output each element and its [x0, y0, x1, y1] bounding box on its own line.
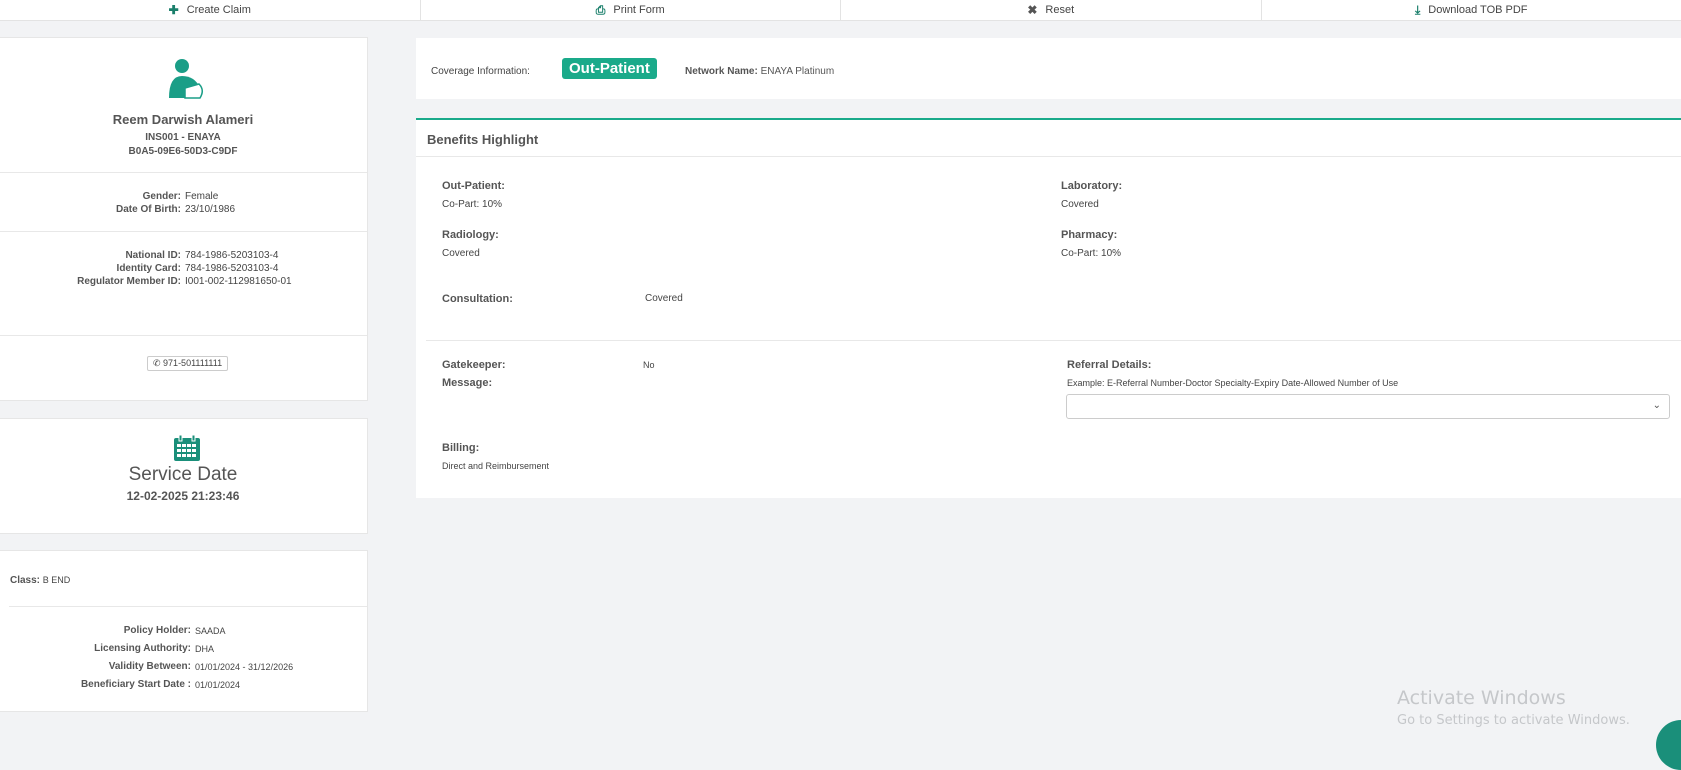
policy-holder-value: SAADA	[195, 622, 365, 640]
policy-holder-label: Policy Holder:	[1, 622, 191, 640]
laboratory-value: Covered	[1061, 199, 1099, 210]
regulator-id-label: Regulator Member ID:	[1, 275, 181, 288]
coverage-type-badge: Out-Patient	[562, 58, 657, 79]
laboratory-label: Laboratory:	[1061, 180, 1122, 192]
radiology-value: Covered	[442, 248, 480, 259]
identity-card-label: Identity Card:	[1, 262, 181, 275]
activate-windows-subtitle: Go to Settings to activate Windows.	[1397, 713, 1630, 728]
validity-label: Validity Between:	[1, 658, 191, 676]
billing-label: Billing:	[442, 442, 479, 454]
phone-icon: ✆	[153, 358, 163, 368]
member-insurer: INS001 - ENAYA	[0, 132, 367, 143]
service-date-title: Service Date	[0, 464, 367, 486]
calendar-icon	[173, 434, 201, 462]
referral-hint: Example: E-Referral Number-Doctor Specia…	[1067, 378, 1398, 388]
radiology-label: Radiology:	[442, 229, 499, 241]
phone-number: 971-501111111	[163, 358, 222, 368]
gatekeeper-value: No	[643, 360, 655, 370]
close-icon: ✖	[1027, 3, 1037, 17]
gender-value: Female	[185, 190, 365, 203]
toolbar: ✚Create Claim ⎙Print Form ✖Reset ⤓Downlo…	[0, 0, 1681, 21]
network-value: ENAYA Platinum	[761, 66, 835, 77]
class-value: B END	[43, 575, 71, 585]
licensing-authority-value: DHA	[195, 640, 365, 658]
print-icon: ⎙	[596, 3, 606, 18]
class-label: Class:	[10, 575, 40, 586]
service-date-card: Service Date 12-02-2025 21:23:46	[0, 418, 368, 534]
message-label: Message:	[442, 377, 492, 389]
activate-windows-title: Activate Windows	[1397, 687, 1566, 709]
national-id-value: 784-1986-5203103-4	[185, 249, 365, 262]
outpatient-value: Co-Part: 10%	[442, 199, 502, 210]
phone-badge[interactable]: ✆ 971-501111111	[147, 356, 228, 371]
coverage-label: Coverage Information:	[431, 66, 530, 77]
identity-card-value: 784-1986-5203103-4	[185, 262, 365, 275]
beneficiary-start-label: Beneficiary Start Date :	[1, 676, 191, 694]
download-tob-pdf-button[interactable]: ⤓Download TOB PDF	[1262, 0, 1681, 20]
member-card: Reem Darwish Alameri INS001 - ENAYA B0A5…	[0, 37, 368, 401]
gender-label: Gender:	[1, 190, 181, 203]
licensing-authority-label: Licensing Authority:	[1, 640, 191, 658]
referral-label: Referral Details:	[1067, 359, 1151, 371]
billing-value: Direct and Reimbursement	[442, 461, 549, 471]
referral-select[interactable]: ⌄	[1066, 394, 1670, 419]
chat-button[interactable]	[1656, 720, 1681, 770]
pharmacy-label: Pharmacy:	[1061, 229, 1117, 241]
member-code: B0A5-09E6-50D3-C9DF	[0, 146, 367, 157]
print-form-button[interactable]: ⎙Print Form	[421, 0, 842, 20]
beneficiary-start-value: 01/01/2024	[195, 676, 365, 694]
benefits-panel: Benefits Highlight Out-Patient: Co-Part:…	[416, 118, 1681, 498]
gatekeeper-label: Gatekeeper:	[442, 359, 506, 371]
plus-icon: ✚	[169, 3, 179, 17]
create-claim-button[interactable]: ✚Create Claim	[0, 0, 421, 20]
coverage-panel: Coverage Information: Out-Patient Networ…	[416, 38, 1681, 99]
reset-button[interactable]: ✖Reset	[841, 0, 1262, 20]
patient-icon	[167, 58, 205, 100]
consultation-label: Consultation:	[442, 293, 513, 305]
validity-value: 01/01/2024 - 31/12/2026	[195, 658, 365, 676]
national-id-label: National ID:	[1, 249, 181, 262]
policy-card: Class: B END Policy Holder:SAADA Licensi…	[0, 550, 368, 712]
dob-value: 23/10/1986	[185, 203, 365, 216]
consultation-value: Covered	[645, 293, 683, 304]
pharmacy-value: Co-Part: 10%	[1061, 248, 1121, 259]
outpatient-label: Out-Patient:	[442, 180, 505, 192]
regulator-id-value: I001-002-112981650-01	[185, 275, 365, 288]
download-icon: ⤓	[1415, 3, 1420, 18]
network-label: Network Name:	[685, 66, 758, 77]
service-date-value: 12-02-2025 21:23:46	[0, 489, 367, 503]
benefits-title: Benefits Highlight	[427, 132, 538, 147]
member-name: Reem Darwish Alameri	[0, 112, 367, 127]
chevron-down-icon: ⌄	[1653, 400, 1661, 411]
dob-label: Date Of Birth:	[1, 203, 181, 216]
